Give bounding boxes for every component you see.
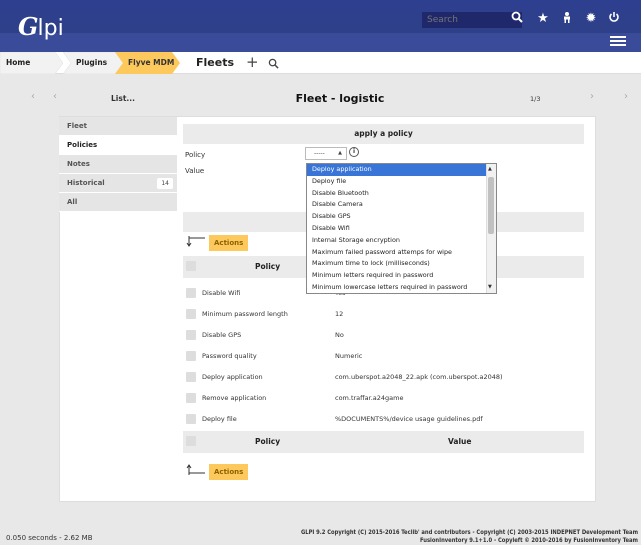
info-icon[interactable]: i xyxy=(349,147,359,157)
arrow-up-left-icon xyxy=(186,463,205,475)
dropdown-option[interactable]: Maximum time to lock (milliseconds) xyxy=(307,258,496,270)
search-input[interactable] xyxy=(422,12,522,28)
tab-all[interactable]: All xyxy=(59,193,177,212)
arrow-down-left-icon xyxy=(186,236,205,248)
scroll-up-icon[interactable]: ▲ xyxy=(488,166,492,172)
search-list-icon[interactable] xyxy=(268,58,279,71)
policy-select[interactable]: ----- ▲ xyxy=(305,147,347,160)
table-row: Password quality Numeric xyxy=(183,346,584,366)
next-record-icon[interactable]: › xyxy=(590,91,594,102)
row-checkbox[interactable] xyxy=(186,288,196,298)
column-value-bottom[interactable]: Value xyxy=(448,431,471,453)
column-policy-bottom[interactable]: Policy xyxy=(255,431,280,453)
actions-button-bottom[interactable]: Actions xyxy=(209,464,249,480)
glpi-logo[interactable]: Glpi xyxy=(18,12,64,41)
gear-icon[interactable]: ✹ xyxy=(583,11,599,27)
table-row: Deploy application com.uberspot.a2048_22… xyxy=(183,367,584,387)
select-all-checkbox-bottom[interactable] xyxy=(186,436,196,446)
dropdown-option[interactable]: Minimum letters required in password xyxy=(307,270,496,282)
dropdown-option[interactable]: Maximum failed password attemps for wipe xyxy=(307,247,496,259)
menu-icon[interactable] xyxy=(610,34,626,48)
table-header-bottom: Policy Value xyxy=(183,431,584,453)
chevron-up-icon: ▲ xyxy=(338,150,342,156)
add-icon[interactable]: + xyxy=(246,54,259,70)
breadcrumb-home[interactable]: Home xyxy=(0,52,30,74)
value-label: Value xyxy=(185,167,205,175)
policy-label: Policy xyxy=(185,151,206,159)
dropdown-option[interactable]: Disable Wifi xyxy=(307,223,496,235)
dropdown-option[interactable]: Deploy file xyxy=(307,176,496,188)
copyright: GLPI 9.2 Copyright (C) 2015-2016 Teclib'… xyxy=(250,529,638,545)
actions-button-top[interactable]: Actions xyxy=(209,235,249,251)
copyright-glpi[interactable]: GLPI 9.2 Copyright (C) 2015-2016 Teclib'… xyxy=(250,529,638,537)
menu-bar xyxy=(0,33,641,52)
first-record-icon[interactable]: ‹ xyxy=(31,91,35,102)
table-row: Remove application com.traffar.a24game xyxy=(183,388,584,408)
dropdown-option[interactable]: Disable GPS xyxy=(307,211,496,223)
column-policy[interactable]: Policy xyxy=(255,256,280,278)
prev-record-icon[interactable]: ‹ xyxy=(53,91,57,102)
list-link[interactable]: List... xyxy=(111,94,135,103)
tab-list: Fleet Policies Notes Historical 14 All xyxy=(59,117,177,212)
dropdown-option[interactable]: Disable Camera xyxy=(307,199,496,211)
user-icon[interactable] xyxy=(559,11,575,28)
tab-notes[interactable]: Notes xyxy=(59,155,177,174)
star-icon[interactable]: ★ xyxy=(535,11,551,27)
row-checkbox[interactable] xyxy=(186,393,196,403)
apply-policy-header: apply a policy xyxy=(183,124,584,144)
page-title: Fleet - logistic xyxy=(295,92,385,105)
tab-fleet[interactable]: Fleet xyxy=(59,117,177,136)
policy-dropdown-list[interactable]: Deploy application Deploy file Disable B… xyxy=(306,163,497,294)
row-checkbox[interactable] xyxy=(186,309,196,319)
tab-policies[interactable]: Policies xyxy=(59,136,177,155)
dropdown-option[interactable]: Minimum lowercase letters required in pa… xyxy=(307,282,496,293)
row-checkbox[interactable] xyxy=(186,351,196,361)
select-all-checkbox[interactable] xyxy=(186,261,196,271)
scroll-down-icon[interactable]: ▼ xyxy=(488,284,492,290)
dropdown-scroll-thumb[interactable] xyxy=(488,177,494,234)
breadcrumb-plugins[interactable]: Plugins xyxy=(70,52,107,74)
dropdown-option[interactable]: Disable Bluetooth xyxy=(307,188,496,200)
copyright-fusion[interactable]: FusionInventory 9.1+1.0 - Copyleft © 201… xyxy=(250,537,638,545)
page-timing: 0.050 seconds - 2.62 MB xyxy=(6,534,93,542)
breadcrumb-flyve-mdm[interactable]: Flyve MDM xyxy=(122,52,174,74)
tab-historical[interactable]: Historical 14 xyxy=(59,174,177,193)
last-record-icon[interactable]: › xyxy=(624,91,628,102)
power-icon[interactable] xyxy=(606,11,622,28)
record-counter: 1/3 xyxy=(530,95,541,103)
search-icon[interactable] xyxy=(509,11,525,28)
table-row: Deploy file %DOCUMENTS%/device usage gui… xyxy=(183,409,584,429)
dropdown-option[interactable]: Internal Storage encryption xyxy=(307,235,496,247)
row-checkbox[interactable] xyxy=(186,372,196,382)
breadcrumb-current[interactable]: Fleets xyxy=(196,52,234,74)
dropdown-option[interactable]: Deploy application xyxy=(307,164,496,176)
historical-count-badge: 14 xyxy=(157,178,173,189)
table-row: Minimum password length 12 xyxy=(183,304,584,324)
row-checkbox[interactable] xyxy=(186,330,196,340)
table-row: Disable GPS No xyxy=(183,325,584,345)
row-checkbox[interactable] xyxy=(186,414,196,424)
